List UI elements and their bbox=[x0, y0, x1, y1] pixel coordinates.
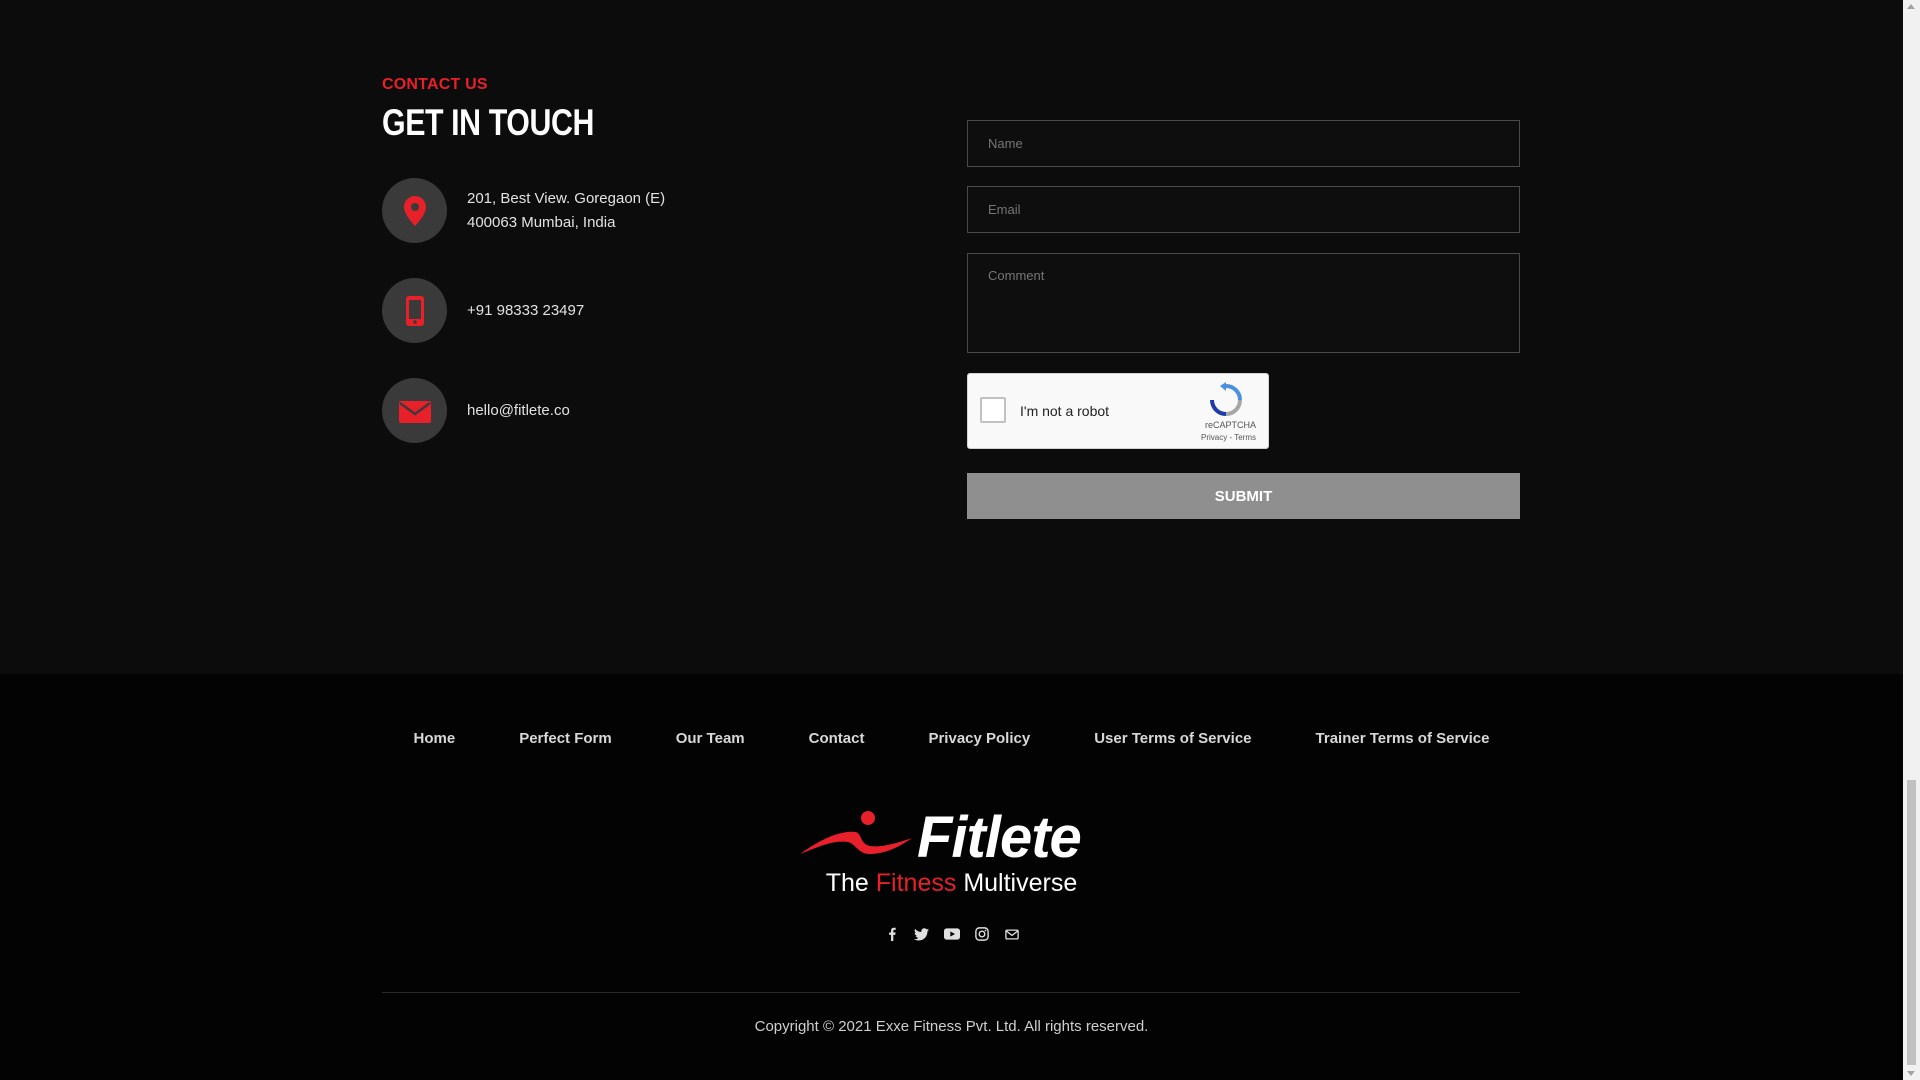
section-heading: GET IN TOUCH bbox=[382, 102, 594, 143]
footer-nav: Home Perfect Form Our Team Contact Priva… bbox=[0, 730, 1903, 747]
scroll-down-arrow-icon[interactable] bbox=[1907, 1071, 1915, 1076]
youtube-icon[interactable] bbox=[943, 926, 960, 942]
recaptcha-brand: reCAPTCHA bbox=[1204, 420, 1256, 430]
footer-divider bbox=[382, 992, 1520, 993]
tagline-accent: Fitness bbox=[875, 869, 957, 897]
phone-text[interactable]: +91 98333 23497 bbox=[467, 299, 584, 323]
footer-link-our-team[interactable]: Our Team bbox=[676, 730, 745, 747]
instagram-icon[interactable] bbox=[974, 926, 990, 942]
address-text: 201, Best View. Goregaon (E) 400063 Mumb… bbox=[467, 187, 665, 235]
mail-icon[interactable] bbox=[1004, 926, 1020, 942]
recaptcha-logo-icon bbox=[1210, 382, 1242, 416]
recaptcha-label: I'm not a robot bbox=[1020, 403, 1110, 419]
email-input[interactable] bbox=[967, 186, 1520, 233]
email-info: hello@fitlete.co bbox=[382, 378, 570, 443]
recaptcha-links[interactable]: Privacy - Terms bbox=[1201, 433, 1256, 442]
map-pin-icon bbox=[403, 195, 426, 226]
contact-section: CONTACT US GET IN TOUCH 201, Best View. … bbox=[0, 0, 1903, 674]
address-line-1: 201, Best View. Goregaon (E) bbox=[467, 189, 666, 207]
logo-wordmark: Fitlete bbox=[917, 805, 1082, 870]
phone-info: +91 98333 23497 bbox=[382, 278, 584, 343]
tagline: The Fitness Multiverse bbox=[0, 869, 1903, 898]
section-eyebrow: CONTACT US bbox=[382, 76, 488, 93]
email-icon-circle bbox=[382, 378, 447, 443]
footer-link-home[interactable]: Home bbox=[414, 730, 456, 747]
footer-link-contact[interactable]: Contact bbox=[809, 730, 865, 747]
email-text[interactable]: hello@fitlete.co bbox=[467, 399, 570, 423]
address-info: 201, Best View. Goregaon (E) 400063 Mumb… bbox=[382, 178, 665, 243]
copyright-text: Copyright © 2021 Exxe Fitness Pvt. Ltd. … bbox=[754, 1018, 1149, 1035]
fitlete-logo[interactable]: Fitlete bbox=[800, 805, 1105, 870]
footer-link-perfect-form[interactable]: Perfect Form bbox=[519, 730, 612, 747]
footer-link-trainer-terms[interactable]: Trainer Terms of Service bbox=[1316, 730, 1490, 747]
facebook-icon[interactable] bbox=[884, 926, 900, 942]
tagline-post: Multiverse bbox=[963, 869, 1078, 897]
name-input[interactable] bbox=[967, 120, 1520, 167]
footer: Home Perfect Form Our Team Contact Priva… bbox=[0, 674, 1903, 1080]
scroll-up-arrow-icon[interactable] bbox=[1907, 4, 1915, 9]
page: CONTACT US GET IN TOUCH 201, Best View. … bbox=[0, 0, 1903, 1080]
vertical-scrollbar[interactable] bbox=[1903, 0, 1920, 1080]
tagline-pre: The bbox=[825, 869, 869, 897]
envelope-icon bbox=[398, 400, 431, 423]
phone-icon-circle bbox=[382, 278, 447, 343]
address-line-2: 400063 Mumbai, India bbox=[467, 213, 616, 231]
location-icon-circle bbox=[382, 178, 447, 243]
twitter-icon[interactable] bbox=[914, 926, 930, 942]
submit-button[interactable]: SUBMIT bbox=[967, 473, 1520, 519]
footer-link-privacy-policy[interactable]: Privacy Policy bbox=[928, 730, 1030, 747]
mobile-phone-icon bbox=[405, 295, 424, 326]
scrollbar-thumb[interactable] bbox=[1907, 780, 1916, 1065]
recaptcha-checkbox[interactable] bbox=[980, 397, 1006, 423]
footer-link-user-terms[interactable]: User Terms of Service bbox=[1094, 730, 1251, 747]
social-links bbox=[0, 926, 1903, 942]
recaptcha-widget: I'm not a robot reCAPTCHA Privacy - Term… bbox=[967, 373, 1269, 449]
comment-textarea[interactable] bbox=[967, 253, 1520, 353]
runner-swoosh-icon bbox=[800, 811, 912, 854]
